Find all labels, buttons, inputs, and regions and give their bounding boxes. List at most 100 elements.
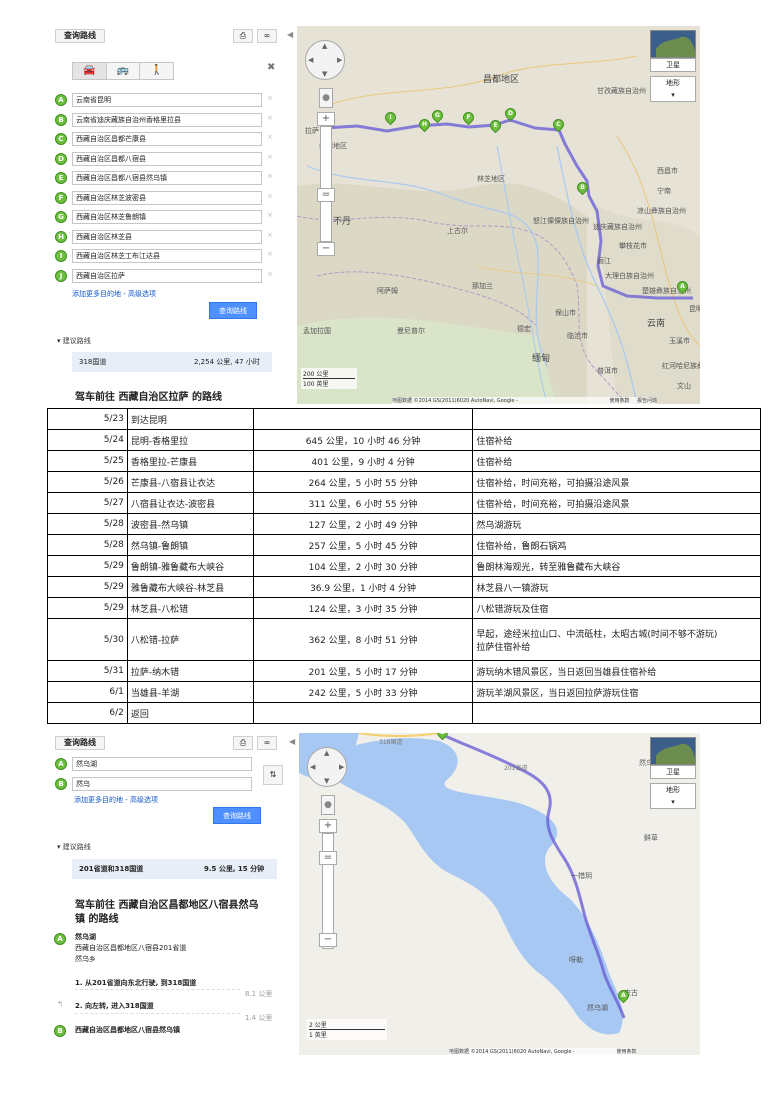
- waypoint-marker-icon[interactable]: I: [55, 250, 67, 262]
- get-directions-button-2[interactable]: 查询路线: [55, 736, 105, 750]
- remove-waypoint-icon[interactable]: ×: [267, 270, 273, 278]
- pan-down-icon[interactable]: ▼: [324, 777, 329, 785]
- report-problem-link[interactable]: 报告问题: [637, 398, 657, 404]
- route-option-2[interactable]: 201省道和318国道 9.5 公里, 15 分钟: [72, 859, 277, 879]
- remove-waypoint-icon[interactable]: ×: [267, 172, 273, 180]
- add-destination-text[interactable]: 添加更多目的地: [72, 290, 121, 298]
- zoom-out-button-2[interactable]: −: [319, 933, 337, 947]
- search-directions-button-2[interactable]: 查询路线: [213, 807, 261, 824]
- car-icon[interactable]: 🚘: [73, 63, 107, 79]
- zoom-handle-2[interactable]: =: [319, 851, 337, 865]
- pan-up-icon[interactable]: ▲: [324, 749, 329, 757]
- advanced-options-link[interactable]: 高级选项: [128, 290, 156, 298]
- satellite-button-2[interactable]: 卫星: [650, 765, 696, 779]
- zoom-handle[interactable]: =: [317, 188, 335, 202]
- walk-icon[interactable]: 🚶: [140, 63, 174, 79]
- itinerary-route: 林芝县-八松错: [126, 597, 254, 619]
- waypoint-input[interactable]: 西藏自治区林芝县: [72, 229, 262, 244]
- itinerary-date: 5/28: [47, 534, 128, 556]
- print-icon[interactable]: ⎙: [233, 736, 253, 750]
- zoom-in-button[interactable]: +: [317, 112, 335, 126]
- advanced-options-link-2[interactable]: 高级选项: [130, 796, 158, 804]
- waypoint-marker-icon[interactable]: E: [55, 172, 67, 184]
- pan-control[interactable]: ▲ ◀ ▶ ▼: [305, 40, 345, 80]
- print-icon[interactable]: ⎙: [233, 29, 253, 43]
- satellite-thumbnail-2[interactable]: [650, 737, 696, 765]
- remove-waypoint-icon[interactable]: ×: [267, 250, 273, 258]
- search-directions-button[interactable]: 查询路线: [209, 302, 257, 319]
- waypoint-input[interactable]: 西藏自治区昌都八宿县: [72, 151, 262, 166]
- add-destination-text-2[interactable]: 添加更多目的地: [74, 796, 123, 804]
- pan-right-icon[interactable]: ▶: [337, 56, 342, 64]
- waypoint-input[interactable]: 西藏自治区拉萨: [72, 268, 262, 283]
- pan-control-2[interactable]: ▲ ◀ ▶ ▼: [307, 747, 347, 787]
- terrain-button[interactable]: 地形 ▾: [650, 76, 696, 102]
- waypoint-input[interactable]: 云南省迪庆藏族自治州香格里拉县: [72, 112, 262, 127]
- satellite-thumbnail[interactable]: [650, 30, 696, 58]
- link-icon[interactable]: ∞: [257, 736, 277, 750]
- bus-icon[interactable]: 🚌: [106, 63, 141, 79]
- waypoint-marker-icon[interactable]: H: [55, 230, 67, 243]
- waypoint-marker-icon[interactable]: D: [55, 152, 67, 165]
- waypoint-marker-icon[interactable]: G: [55, 211, 67, 223]
- pan-down-icon[interactable]: ▼: [322, 70, 327, 78]
- waypoint-marker-icon[interactable]: C: [55, 133, 67, 145]
- zoom-in-button-2[interactable]: +: [319, 819, 337, 833]
- terrain-button-2[interactable]: 地形 ▾: [650, 783, 696, 809]
- itinerary-row: 6/1 当雄县-羊湖 242 公里，5 小时 33 分钟 游玩羊湖风景区，当日返回拉萨…: [47, 681, 761, 703]
- waypoint-input[interactable]: 西藏自治区昌都芒康县: [72, 132, 262, 146]
- waypoint-marker-icon[interactable]: A: [55, 94, 67, 106]
- get-directions-button[interactable]: 查询路线: [55, 29, 105, 43]
- zoom-slider[interactable]: [320, 126, 332, 242]
- waypoint-input[interactable]: 西藏自治区昌都八宿县然乌镇: [72, 171, 262, 185]
- suggested-routes-header[interactable]: ▾ 建议路线: [57, 336, 91, 346]
- label-puer: 普洱市: [597, 367, 618, 375]
- pan-up-icon[interactable]: ▲: [322, 42, 327, 50]
- remove-waypoint-icon[interactable]: ×: [267, 133, 273, 141]
- collapse-panel-icon[interactable]: ◀: [289, 737, 295, 746]
- waypoint-row: G 西藏自治区林芝鲁朗镇 ×: [55, 210, 277, 230]
- add-destination-link[interactable]: 添加更多目的地 - 高级选项: [72, 289, 156, 299]
- remove-waypoint-icon[interactable]: ×: [267, 94, 273, 102]
- itinerary-note: [472, 702, 761, 724]
- pan-left-icon[interactable]: ◀: [308, 56, 313, 64]
- waypoint-input[interactable]: 然乌: [72, 776, 252, 791]
- zoom-out-button[interactable]: −: [317, 242, 335, 256]
- remove-waypoint-icon[interactable]: ×: [267, 231, 273, 239]
- step-1[interactable]: 1. 从201省道向东北行驶, 到318国道: [75, 978, 196, 988]
- satellite-button[interactable]: 卫星: [650, 58, 696, 72]
- waypoint-marker-icon[interactable]: B: [55, 777, 67, 790]
- route-option[interactable]: 318国道 2,254 公里, 47 小时: [72, 352, 272, 372]
- remove-waypoint-icon[interactable]: ×: [267, 211, 273, 219]
- waypoint-marker-icon[interactable]: B: [55, 113, 67, 126]
- terms-link-2[interactable]: 使用条款: [616, 1049, 636, 1055]
- link-icon[interactable]: ∞: [257, 29, 277, 43]
- map-view-2[interactable]: 318国道 201省道 然乌 鲜草 一措玥 呀勒 然乌湖 来古 B A ▲ ◀ …: [299, 733, 700, 1055]
- waypoint-input[interactable]: 西藏自治区林芝工布江达县: [72, 249, 262, 263]
- waypoint-input[interactable]: 西藏自治区林芝波密县: [72, 190, 262, 205]
- waypoint-input[interactable]: 云南省昆明: [72, 93, 262, 107]
- waypoint-marker-icon[interactable]: A: [55, 758, 67, 770]
- swap-icon[interactable]: ⇅: [263, 765, 283, 785]
- street-view-pegman-icon[interactable]: ●: [319, 88, 333, 108]
- remove-waypoint-icon[interactable]: ×: [267, 153, 273, 161]
- street-view-pegman-icon[interactable]: ●: [321, 795, 335, 815]
- suggested-routes-header-2[interactable]: ▾ 建议路线: [57, 842, 91, 852]
- waypoint-input[interactable]: 西藏自治区林芝鲁朗镇: [72, 210, 262, 224]
- label-wenshan: 文山: [677, 382, 691, 390]
- pan-left-icon[interactable]: ◀: [310, 763, 315, 771]
- remove-waypoint-icon[interactable]: ×: [267, 114, 273, 122]
- collapse-panel-icon[interactable]: ◀: [287, 30, 293, 39]
- map-view[interactable]: 昌都地区 拉萨 山南地区 林芝地区 丽江 昆明 云南 缅甸 不丹 大理白族自治州…: [297, 26, 700, 404]
- waypoint-input[interactable]: 然乌湖: [72, 757, 252, 771]
- remove-waypoint-icon[interactable]: ×: [267, 192, 273, 200]
- close-icon[interactable]: ✖: [267, 62, 275, 73]
- itinerary-date: 6/1: [47, 681, 128, 703]
- pan-right-icon[interactable]: ▶: [339, 763, 344, 771]
- turn-left-icon: ↰: [57, 1000, 63, 1008]
- terms-link[interactable]: 使用条款: [609, 398, 629, 404]
- waypoint-marker-icon[interactable]: J: [55, 269, 67, 282]
- waypoint-marker-icon[interactable]: F: [55, 191, 67, 204]
- step-2[interactable]: 2. 向左转, 进入318国道: [75, 1001, 154, 1011]
- add-destination-link-2[interactable]: 添加更多目的地 - 高级选项: [74, 795, 158, 805]
